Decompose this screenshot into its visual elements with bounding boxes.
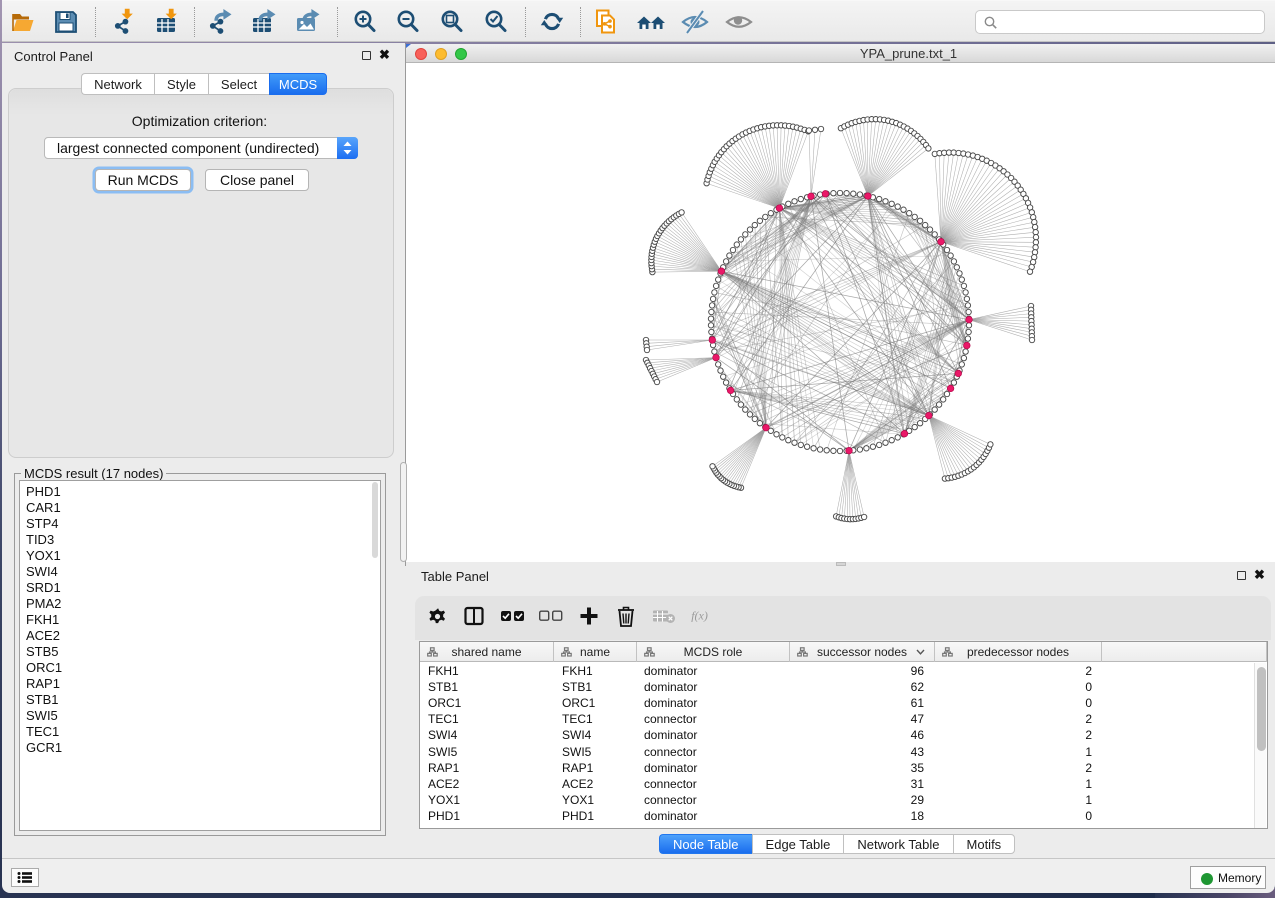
svg-text:f(x): f(x) xyxy=(691,609,708,623)
